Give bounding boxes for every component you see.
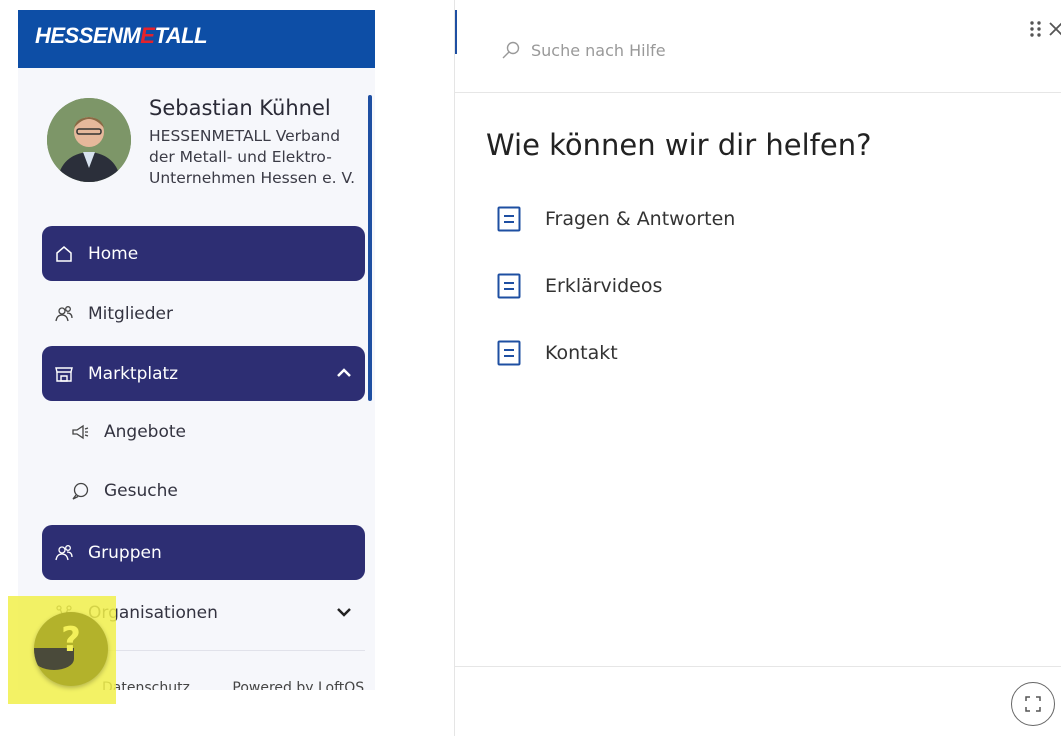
- panel-focus-edge: [455, 10, 457, 54]
- sidebar-item-label: Angebote: [104, 421, 186, 442]
- panel-divider: [455, 666, 1061, 667]
- help-link-contact[interactable]: Kontakt: [497, 340, 618, 366]
- help-button[interactable]: ?: [34, 612, 108, 686]
- document-icon: [497, 206, 521, 232]
- help-heading: Wie können wir dir helfen?: [486, 128, 872, 162]
- home-icon: [54, 244, 74, 264]
- sidebar-item-angebote[interactable]: Angebote: [42, 404, 365, 459]
- sidebar-item-label: Gruppen: [88, 542, 162, 563]
- chevron-down-icon[interactable]: [335, 603, 353, 621]
- document-icon: [497, 273, 521, 299]
- members-icon: [54, 304, 74, 324]
- panel-top-actions: [1028, 18, 1061, 40]
- drag-handle-icon[interactable]: [1028, 18, 1044, 40]
- powered-by-link[interactable]: Powered by LoftOS: [232, 680, 364, 690]
- sidebar-item-gruppen[interactable]: Gruppen: [42, 525, 365, 580]
- sidebar: HESSENMETALL Sebastian Kühnel HESSENMETA…: [18, 10, 375, 690]
- megaphone-icon: [70, 422, 90, 442]
- profile-name: Sebastian Kühnel: [149, 96, 331, 120]
- document-icon: [497, 340, 521, 366]
- help-link-label: Erklärvideos: [545, 275, 663, 297]
- profile-organization: HESSENMETALL Verband der Metall- und Ele…: [149, 127, 356, 187]
- store-icon: [54, 364, 74, 384]
- sidebar-item-label: Home: [88, 243, 139, 264]
- sidebar-item-home[interactable]: Home: [42, 226, 365, 281]
- hessenmetall-logo[interactable]: HESSENMETALL: [35, 23, 208, 49]
- brand-header: HESSENMETALL: [18, 10, 375, 68]
- help-link-label: Fragen & Antworten: [545, 208, 736, 230]
- sidebar-item-label: Gesuche: [104, 480, 178, 501]
- chevron-up-icon[interactable]: [335, 364, 353, 382]
- sidebar-item-mitglieder[interactable]: Mitglieder: [42, 286, 365, 341]
- close-icon[interactable]: [1048, 18, 1061, 40]
- sidebar-item-marktplatz[interactable]: Marktplatz: [42, 346, 365, 401]
- sidebar-footer: Datenschutz Powered by LoftOS: [102, 680, 375, 690]
- speech-bubble-icon: [70, 481, 90, 501]
- search-placeholder: Suche nach Hilfe: [531, 40, 666, 60]
- expand-button[interactable]: [1011, 682, 1055, 726]
- sidebar-item-gesuche[interactable]: Gesuche: [42, 463, 365, 518]
- help-panel: Suche nach Hilfe Wie können wir dir helf…: [454, 0, 1061, 736]
- help-link-faq[interactable]: Fragen & Antworten: [497, 206, 735, 232]
- help-link-videos[interactable]: Erklärvideos: [497, 273, 662, 299]
- help-icon: ?: [61, 620, 81, 660]
- avatar[interactable]: [47, 98, 131, 182]
- group-icon: [54, 543, 74, 563]
- sidebar-item-label: Marktplatz: [88, 363, 179, 384]
- help-search-input[interactable]: Suche nach Hilfe: [501, 40, 666, 60]
- help-link-label: Kontakt: [545, 342, 618, 364]
- search-icon: [502, 41, 520, 59]
- sidebar-item-label: Mitglieder: [88, 303, 173, 324]
- expand-icon: [1025, 696, 1041, 712]
- panel-divider: [455, 92, 1061, 93]
